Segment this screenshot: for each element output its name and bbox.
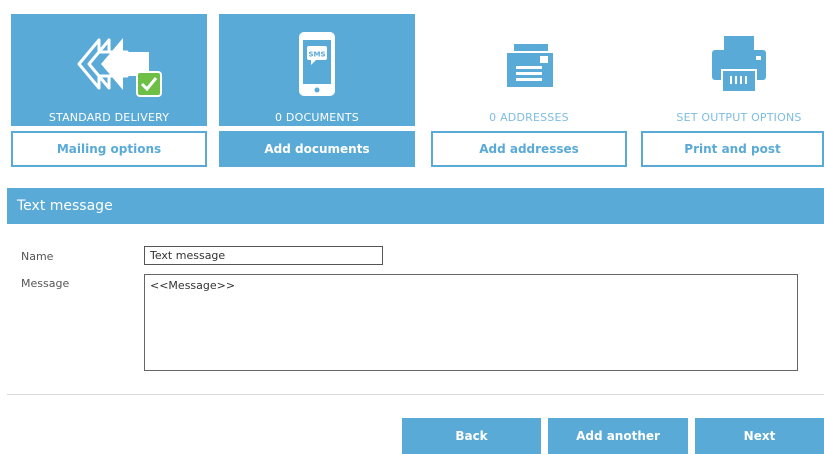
- step-caption-delivery: STANDARD DELIVERY: [48, 111, 170, 124]
- name-label: Name: [21, 250, 54, 263]
- message-textarea[interactable]: <<Message>>: [144, 274, 798, 371]
- printer-icon: [641, 26, 824, 102]
- sms-icon-text: SMS: [308, 51, 325, 59]
- panel-title: Text message: [7, 188, 824, 224]
- step-caption-documents: 0 DOCUMENTS: [275, 111, 359, 124]
- back-button[interactable]: Back: [402, 418, 541, 454]
- step-tile-delivery[interactable]: STANDARD DELIVERY: [11, 14, 207, 126]
- next-button[interactable]: Next: [695, 418, 824, 454]
- message-label: Message: [21, 277, 70, 290]
- step-tile-addresses[interactable]: 0 ADDRESSES: [431, 14, 627, 126]
- step-caption-addresses: 0 ADDRESSES: [489, 111, 569, 124]
- add-documents-button[interactable]: Add documents: [219, 131, 415, 167]
- add-addresses-button[interactable]: Add addresses: [431, 131, 627, 167]
- step-tile-output[interactable]: SET OUTPUT OPTIONS: [641, 14, 824, 126]
- envelopes-icon: [431, 26, 627, 102]
- delivery-arrows-check-icon: [11, 26, 207, 102]
- sms-phone-icon: SMS: [219, 26, 415, 102]
- print-and-post-button[interactable]: Print and post: [641, 131, 824, 167]
- name-input[interactable]: Text message: [144, 246, 383, 265]
- add-another-button[interactable]: Add another: [548, 418, 688, 454]
- mailing-options-button[interactable]: Mailing options: [11, 131, 207, 167]
- step-caption-output: SET OUTPUT OPTIONS: [676, 111, 802, 124]
- step-tile-documents[interactable]: SMS 0 DOCUMENTS: [219, 14, 415, 126]
